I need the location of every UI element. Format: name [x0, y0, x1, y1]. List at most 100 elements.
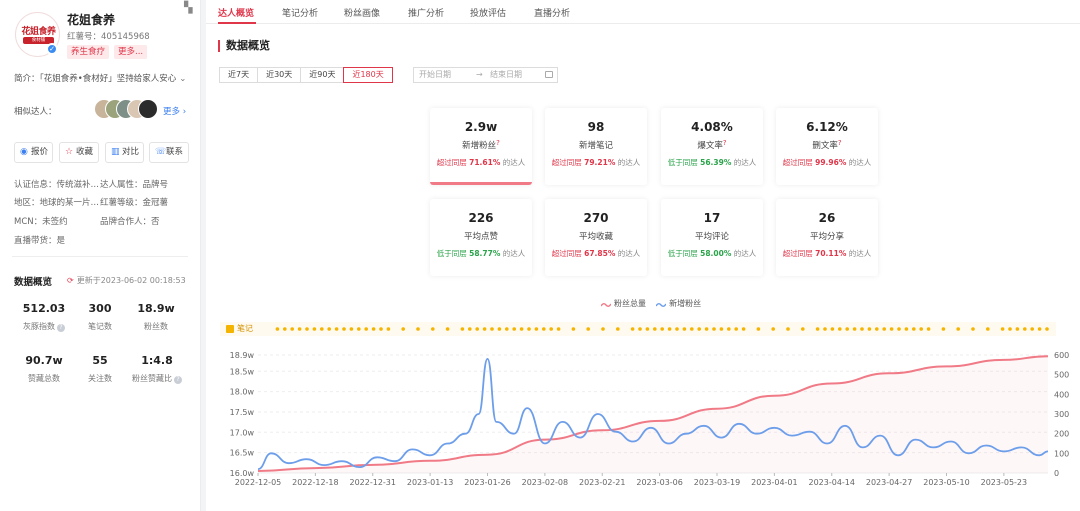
note-dot[interactable] [690, 327, 694, 331]
note-dot[interactable] [290, 327, 294, 331]
note-dot[interactable] [786, 327, 790, 331]
note-dot[interactable] [334, 327, 339, 331]
note-dot[interactable] [519, 327, 524, 331]
note-dot[interactable] [416, 327, 420, 331]
related-avatars[interactable] [94, 99, 158, 121]
chevron-down-icon[interactable]: ⌄ [179, 74, 186, 84]
note-dot[interactable] [771, 327, 775, 331]
legend-new[interactable]: 新增粉丝 [655, 299, 701, 308]
note-dot[interactable] [1008, 327, 1012, 331]
note-dot[interactable] [297, 327, 302, 331]
note-dot[interactable] [653, 327, 657, 331]
notes-dots[interactable] [220, 322, 1056, 336]
favorite-button[interactable]: ☆ 收藏 [59, 142, 99, 163]
help-icon[interactable]: ? [723, 139, 727, 147]
more-tags-button[interactable]: 更多... [114, 45, 148, 59]
fans-chart[interactable]: 16.0w 16.5w 17.0w 17.5w 18.0w 18.5w 18.9w 0 100 2… [206, 340, 1080, 511]
metric-card[interactable]: 17 平均评论 低于同层 58.00% 的达人 [661, 199, 763, 276]
more-related-link[interactable]: 更多 › [163, 105, 186, 117]
note-dot[interactable] [741, 327, 746, 331]
note-dot[interactable] [682, 327, 687, 331]
compare-button[interactable]: ▥ 对比 [105, 142, 144, 163]
note-dot[interactable] [586, 327, 590, 331]
note-dot[interactable] [571, 327, 576, 331]
tab-overview[interactable]: 达人概览 [218, 6, 254, 19]
related-avatar[interactable] [138, 99, 158, 119]
note-dot[interactable] [830, 327, 835, 331]
help-icon[interactable]: ? [496, 139, 500, 147]
metric-card[interactable]: 2.9w 新增粉丝? 超过同层 71.61% 的达人 [430, 108, 532, 185]
note-dot[interactable] [401, 327, 405, 331]
tab-notes[interactable]: 笔记分析 [282, 6, 318, 19]
note-dot[interactable] [1000, 327, 1005, 331]
metric-card[interactable]: 270 平均收藏 超过同层 67.85% 的达人 [545, 199, 647, 276]
note-dot[interactable] [912, 327, 916, 331]
note-dot[interactable] [667, 327, 672, 331]
note-dot[interactable] [497, 327, 502, 331]
refresh-icon[interactable]: ⟳ [67, 276, 74, 285]
note-dot[interactable] [986, 327, 990, 331]
note-dot[interactable] [719, 327, 724, 331]
note-dot[interactable] [697, 327, 701, 331]
note-dot[interactable] [845, 327, 849, 331]
note-dot[interactable] [556, 327, 561, 331]
note-dot[interactable] [445, 327, 450, 331]
quote-button[interactable]: ◉ 报价 [14, 142, 53, 163]
legend-total[interactable]: 粉丝总量 [600, 299, 646, 308]
update-time[interactable]: ⟳ 更新于2023-06-02 00:18:53 [67, 275, 186, 286]
note-dot[interactable] [897, 327, 901, 331]
range-180d[interactable]: 近180天 [343, 67, 393, 83]
note-dot[interactable] [823, 327, 827, 331]
note-dot[interactable] [889, 327, 894, 331]
note-dot[interactable] [660, 327, 664, 331]
note-dot[interactable] [867, 327, 872, 331]
note-dot[interactable] [734, 327, 738, 331]
note-dot[interactable] [601, 327, 605, 331]
tab-promotion[interactable]: 推广分析 [408, 6, 444, 19]
profile-intro[interactable]: 简介：「花姐食养•食材好」坚持给家人安心 ⌄ [14, 72, 186, 84]
note-dot[interactable] [349, 327, 354, 331]
note-dot[interactable] [275, 327, 280, 331]
calendar-icon[interactable] [545, 71, 553, 78]
note-dot[interactable] [1030, 327, 1034, 331]
tab-live[interactable]: 直播分析 [534, 6, 570, 19]
note-dot[interactable] [431, 327, 435, 331]
note-dot[interactable] [475, 327, 479, 331]
note-dot[interactable] [675, 327, 679, 331]
note-dot[interactable] [468, 327, 472, 331]
date-range-picker[interactable]: 开始日期 → 结束日期 [413, 67, 558, 83]
note-dot[interactable] [727, 327, 731, 331]
note-dot[interactable] [645, 327, 650, 331]
note-dot[interactable] [460, 327, 465, 331]
note-dot[interactable] [357, 327, 361, 331]
note-dot[interactable] [704, 327, 709, 331]
note-dot[interactable] [956, 327, 960, 331]
note-dot[interactable] [630, 327, 635, 331]
note-dot[interactable] [852, 327, 857, 331]
note-dot[interactable] [534, 327, 539, 331]
note-dot[interactable] [882, 327, 886, 331]
note-dot[interactable] [638, 327, 642, 331]
note-dot[interactable] [1023, 327, 1027, 331]
note-dot[interactable] [327, 327, 331, 331]
note-dot[interactable] [490, 327, 494, 331]
note-dot[interactable] [379, 327, 383, 331]
metric-card[interactable]: 98 新增笔记 超过同层 79.21% 的达人 [545, 108, 647, 185]
note-dot[interactable] [512, 327, 516, 331]
note-dot[interactable] [482, 327, 487, 331]
note-dot[interactable] [1037, 327, 1042, 331]
note-dot[interactable] [386, 327, 391, 331]
note-dot[interactable] [875, 327, 879, 331]
note-dot[interactable] [1015, 327, 1020, 331]
note-dot[interactable] [815, 327, 820, 331]
tab-fans[interactable]: 粉丝画像 [344, 6, 380, 19]
note-dot[interactable] [926, 327, 931, 331]
note-dot[interactable] [342, 327, 346, 331]
qrcode-icon[interactable]: ▚ [184, 2, 196, 14]
help-icon[interactable]: ? [174, 376, 182, 384]
note-dot[interactable] [971, 327, 975, 331]
metric-card[interactable]: 226 平均点赞 低于同层 58.77% 的达人 [430, 199, 532, 276]
range-90d[interactable]: 近90天 [300, 67, 345, 83]
contact-button[interactable]: ☏ 联系 [149, 142, 189, 163]
metric-card[interactable]: 26 平均分享 超过同层 70.11% 的达人 [776, 199, 878, 276]
